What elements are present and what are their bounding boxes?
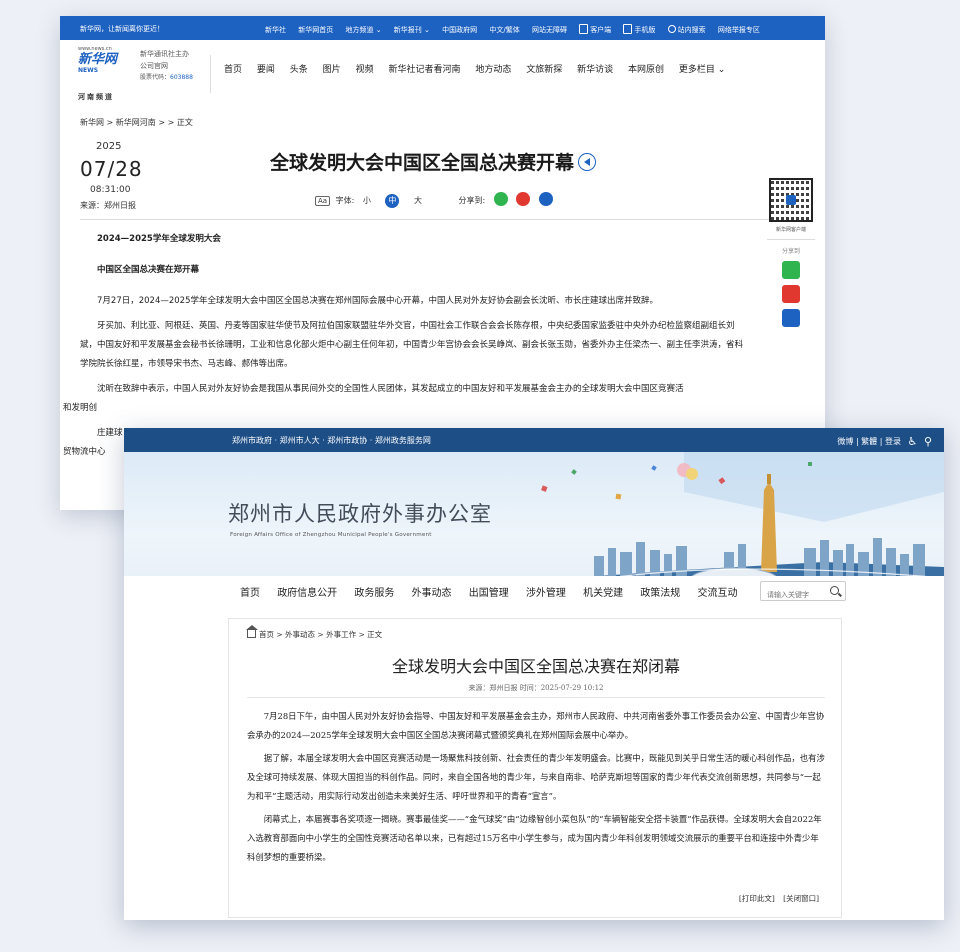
nav-photo[interactable]: 图片 — [323, 65, 341, 75]
top-link-lang[interactable]: 中文/繁体 — [489, 26, 519, 34]
font-small-button[interactable]: 小 — [363, 196, 371, 205]
side-weibo-icon[interactable] — [782, 285, 800, 303]
font-icon: Aa — [315, 196, 331, 206]
nav-outbound[interactable]: 出国管理 — [469, 588, 509, 599]
article-meta: 来源：郑州日报 时间：2025-07-29 10:12 — [468, 684, 604, 692]
qr-label: 新华网客户端 — [775, 227, 806, 233]
article-actions: [打印此文] [关闭窗口] — [733, 893, 819, 904]
article-paragraph: 7月27日，2024—2025学年全球发明大会中国区全国总决赛在郑州国际会展中心… — [97, 296, 658, 306]
search-icon[interactable] — [830, 586, 839, 595]
nav-culture[interactable]: 文旅新探 — [526, 65, 562, 75]
zzfao-main-nav: 首页 政府信息公开 政务服务 外事动态 出国管理 涉外管理 机关党建 政策法规 … — [124, 576, 944, 606]
nav-party[interactable]: 机关党建 — [583, 588, 623, 599]
nav-interview[interactable]: 新华访谈 — [577, 65, 613, 75]
mobile-share-icon[interactable] — [538, 192, 553, 206]
side-wechat-icon[interactable] — [782, 261, 800, 279]
publish-year: 2025 — [96, 141, 122, 152]
nav-original[interactable]: 本网原创 — [628, 65, 664, 75]
search-icon — [667, 25, 676, 33]
article-source: 来源：郑州日报 — [80, 201, 136, 210]
weibo-share-icon[interactable] — [516, 192, 531, 206]
office-title: 郑州市人民政府外事办公室 — [228, 502, 492, 526]
top-link-local[interactable]: 地方频道 ⌄ — [345, 26, 381, 34]
nav-foreign-news[interactable]: 外事动态 — [412, 588, 452, 599]
search-box — [760, 581, 846, 604]
nav-gov-info[interactable]: 政府信息公开 — [277, 588, 337, 599]
top-links: 新华社 新华网首页 地方频道 ⌄ 新华报刊 ⌄ 中国政府网 中文/繁体 网站无障… — [265, 24, 770, 35]
top-link-report[interactable]: 网络举报专区 — [718, 26, 760, 34]
side-share-label: 分享到 — [781, 248, 800, 255]
article-paragraph: 闭幕式上，本届赛事各奖项逐一揭晓。赛事最佳奖——“金气球奖”由“边缘智创小菜包队… — [247, 814, 822, 862]
publish-date: 07/28 — [80, 157, 143, 181]
welcome-text: 新华网，让新闻离你更近！ — [80, 25, 164, 33]
wechat-share-icon[interactable] — [493, 192, 508, 206]
nav-news[interactable]: 要闻 — [257, 65, 275, 75]
nav-services[interactable]: 政务服务 — [354, 588, 394, 599]
phone-icon — [623, 24, 633, 34]
elder-mode-icon[interactable]: ⚲ — [924, 435, 932, 448]
gov-links[interactable]: 郑州市政府 · 郑州市人大 · 郑州市政协 · 郑州政务服务网 — [232, 435, 431, 446]
article-paragraph: 沈昕在致辞中表示，中国人民对外友好协会是我国从事民间外交的全国性人民团体，其发起… — [63, 384, 684, 413]
app-icon — [579, 24, 589, 34]
xinhua-logo[interactable]: www.news.cn 新华网 NEWS 河南频道 — [78, 46, 122, 101]
title-divider — [247, 697, 825, 698]
side-share-panel: 新华网客户端 分享到 — [765, 178, 817, 327]
nav-foreign-mgmt[interactable]: 涉外管理 — [526, 588, 566, 599]
breadcrumb[interactable]: 新华网 > 新华网河南 > > 正文 — [80, 117, 193, 128]
nav-local[interactable]: 地方动态 — [475, 65, 511, 75]
search-input[interactable] — [761, 586, 825, 604]
top-link-app[interactable]: 客户端 — [579, 24, 611, 34]
article-paragraph: 牙买加、利比亚、阿根廷、英国、丹麦等国家驻华使节及阿拉伯国家联盟驻华外交官，中国… — [80, 321, 744, 369]
article-headline-1: 2024—2025学年全球发明大会 — [97, 234, 221, 244]
nav-headline[interactable]: 头条 — [290, 65, 308, 75]
xinhua-main-nav: 首页 要闻 头条 图片 视频 新华社记者看河南 地方动态 文旅新探 新华访谈 本… — [224, 62, 737, 75]
top-link-search[interactable]: 站内搜索 — [667, 25, 706, 34]
article-body: 7月28日下午，由中国人民对外友好协会指导、中国友好和平发展基金会主办，郑州市人… — [247, 707, 825, 871]
nav-video[interactable]: 视频 — [356, 65, 374, 75]
share-label: 分享到: — [458, 196, 486, 205]
zzfao-top-bar: 郑州市政府 · 郑州市人大 · 郑州市政协 · 郑州政务服务网 微博 | 繁體 … — [124, 428, 944, 452]
nav-home[interactable]: 首页 — [224, 65, 242, 75]
article-toolbar: Aa 字体: 小 中 大 分享到: — [315, 192, 553, 208]
top-link-home[interactable]: 新华网首页 — [298, 26, 333, 34]
article-card: 首页 > 外事动态 > 外事工作 > 正文 全球发明大会中国区全国总决赛在郑闭幕… — [228, 618, 842, 918]
office-title-en: Foreign Affairs Office of Zhengzhou Muni… — [230, 532, 432, 538]
accessibility-icon[interactable]: ♿ — [908, 435, 918, 448]
xinhua-top-bar: 新华网，让新闻离你更近！ 新华社 新华网首页 地方频道 ⌄ 新华报刊 ⌄ 中国政… — [60, 16, 825, 40]
home-icon — [246, 625, 258, 638]
top-link-mobile[interactable]: 手机版 — [623, 24, 655, 34]
article-headline-2: 中国区全国总决赛在郑开幕 — [97, 265, 200, 275]
top-link-press[interactable]: 新华报刊 ⌄ — [394, 26, 430, 34]
top-link-gov[interactable]: 中国政府网 — [442, 26, 477, 34]
speaker-icon[interactable] — [578, 153, 597, 171]
publish-time: 08:31:00 — [90, 185, 131, 195]
top-right-links: 微博 | 繁體 | 登录 ♿ ⚲ — [837, 435, 932, 448]
zzfao-article-window: 郑州市政府 · 郑州市人大 · 郑州市政协 · 郑州政务服务网 微博 | 繁體 … — [124, 428, 944, 920]
close-window-button[interactable]: [关闭窗口] — [783, 894, 819, 903]
font-large-button[interactable]: 大 — [414, 196, 422, 205]
nav-policy[interactable]: 政策法规 — [640, 588, 680, 599]
nav-home[interactable]: 首页 — [240, 588, 260, 599]
font-label: 字体: — [335, 196, 355, 205]
article-paragraph: 7月28日下午，由中国人民对外友好协会指导、中国友好和平发展基金会主办，郑州市人… — [247, 711, 825, 740]
channel-name: 河南频道 — [78, 93, 114, 101]
header-divider — [210, 55, 211, 93]
breadcrumb[interactable]: 首页 > 外事动态 > 外事工作 > 正文 — [246, 625, 382, 640]
company-info: 新华通讯社主办 公司官网 股票代码：603888 — [140, 50, 193, 81]
font-medium-button[interactable]: 中 — [385, 194, 400, 208]
print-button[interactable]: [打印此文] — [739, 894, 775, 903]
top-link-accessibility[interactable]: 网站无障碍 — [532, 26, 567, 34]
top-link-xinhuashe[interactable]: 新华社 — [265, 26, 286, 34]
article-title: 全球发明大会中国区全国总决赛开幕 — [270, 148, 597, 175]
side-mobile-icon[interactable] — [782, 309, 800, 327]
qr-code — [769, 178, 813, 222]
article-title: 全球发明大会中国区全国总决赛在郑闭幕 — [391, 657, 680, 676]
article-paragraph: 据了解，本届全球发明大会中国区竞赛活动是一场聚焦科技创新、社会责任的青少年发明盛… — [247, 753, 825, 801]
nav-more[interactable]: 更多栏目 ⌄ — [679, 65, 725, 75]
title-divider — [80, 219, 805, 220]
nav-interaction[interactable]: 交流互动 — [698, 588, 738, 599]
nav-reporters[interactable]: 新华社记者看河南 — [388, 65, 460, 75]
side-divider — [767, 239, 815, 240]
xinhua-header: www.news.cn 新华网 NEWS 河南频道 新华通讯社主办 公司官网 股… — [60, 40, 825, 112]
